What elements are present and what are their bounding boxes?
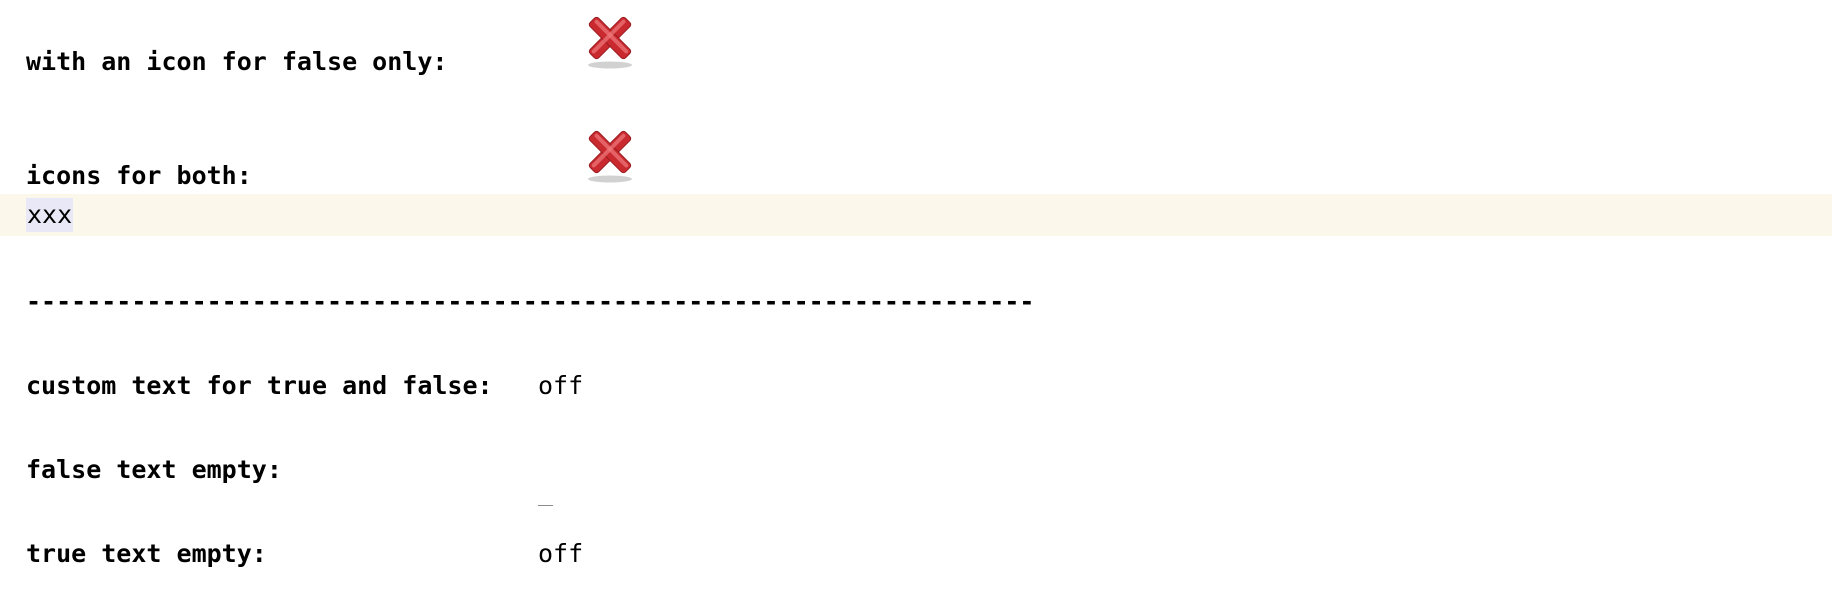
label-false-text-empty: false text empty: — [26, 455, 282, 484]
selected-text[interactable]: xxx — [26, 198, 74, 232]
label-false-icon-only: with an icon for false only: — [26, 47, 448, 76]
value-true-text-empty: off — [538, 539, 584, 568]
red-x-icon — [588, 130, 632, 183]
label-true-text-empty: true text empty: — [26, 539, 267, 568]
separator-line: ----------------------------------------… — [26, 287, 1035, 316]
label-icons-for-both: icons for both: — [26, 161, 252, 190]
label-custom-text: custom text for true and false: — [26, 371, 493, 400]
value-custom-text: off — [538, 371, 584, 400]
red-x-icon — [588, 16, 632, 69]
value-false-text-empty: _ — [538, 477, 554, 506]
current-line-highlight — [0, 194, 1832, 236]
